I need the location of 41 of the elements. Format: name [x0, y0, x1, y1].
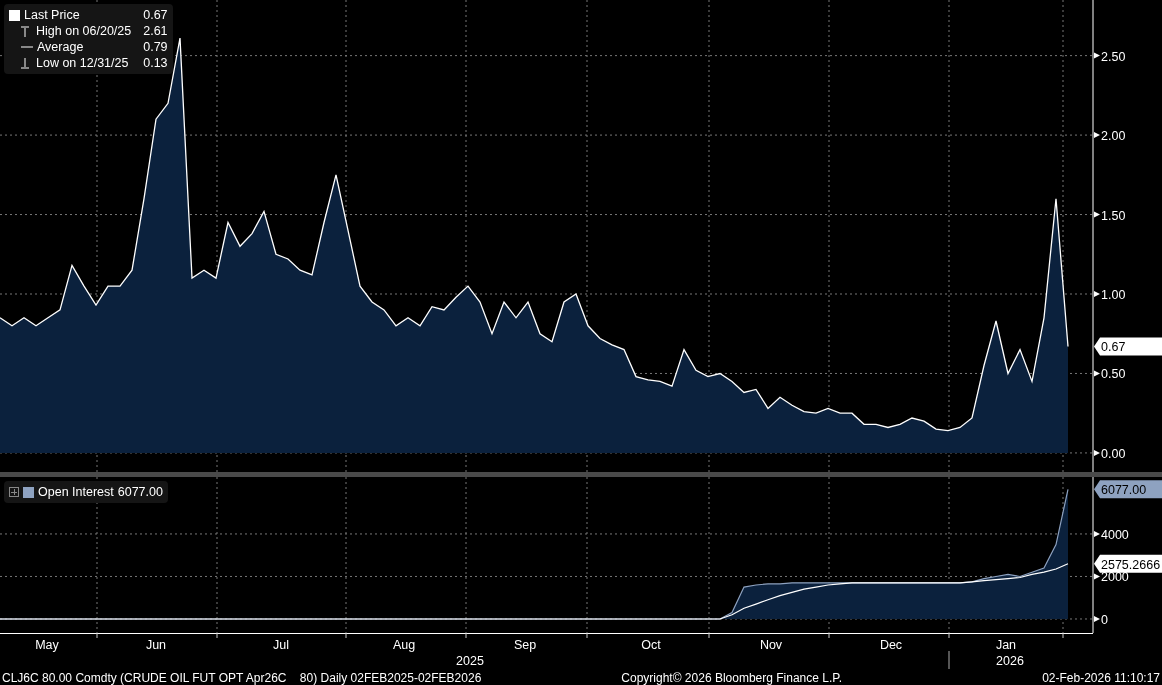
month-label: Oct — [641, 638, 661, 652]
legend-swatch — [23, 486, 34, 498]
legend-value: 0.79 — [142, 40, 168, 54]
security-description: CLJ6C 80.00 Comdty (CRUDE OIL FUT OPT Apr26C 80) Daily 02FEB2025-02FEB2026 — [2, 670, 482, 685]
value-flag: 0.67 — [1094, 337, 1162, 356]
axis-label: 2.50 — [1101, 49, 1126, 64]
legend-value: 0.13 — [142, 56, 168, 70]
copyright-text: Copyright© 2026 Bloomberg Finance L.P. — [621, 670, 843, 685]
month-label: Nov — [759, 638, 783, 652]
month-label: Dec — [879, 638, 903, 652]
axis-label: 2000 — [1101, 570, 1129, 585]
month-label: Sep — [513, 638, 537, 652]
year-label: 2025 — [456, 654, 484, 668]
square-legend-icon — [9, 9, 20, 21]
legend-value: 2.61 — [142, 24, 168, 38]
axis-label: 1.50 — [1101, 208, 1126, 223]
axis-label: 0.50 — [1101, 367, 1126, 382]
value-flag: 6077.00 — [1094, 480, 1162, 499]
axis-label: 0 — [1101, 612, 1108, 627]
legend-label: Last Price — [24, 8, 80, 22]
legend-label: Open Interest — [38, 485, 114, 499]
month-label: Aug — [392, 638, 416, 652]
axis-label: 0.00 — [1101, 446, 1126, 461]
expand-icon[interactable] — [9, 487, 19, 497]
timestamp: 02-Feb-2026 11:10:17 — [1042, 670, 1160, 685]
legend-label: High on 06/20/25 — [36, 24, 132, 38]
month-label: Jun — [145, 638, 167, 652]
legend-value: 0.67 — [142, 8, 168, 22]
low-legend-icon — [21, 57, 29, 69]
legend-label: Average — [37, 40, 84, 54]
month-label: Jan — [995, 638, 1017, 652]
month-label: May — [35, 638, 59, 652]
legend-value: 6077.00 — [117, 485, 163, 499]
year-label: 2026 — [996, 654, 1024, 668]
month-label: Jul — [273, 638, 289, 652]
axis-label: 1.00 — [1101, 288, 1126, 302]
axis-label: 2.00 — [1101, 129, 1126, 144]
value-flag: 2575.2666 — [1094, 554, 1162, 573]
axis-label: 4000 — [1101, 527, 1129, 542]
high-legend-icon — [21, 25, 29, 37]
legend-label: Low on 12/31/25 — [36, 56, 129, 70]
